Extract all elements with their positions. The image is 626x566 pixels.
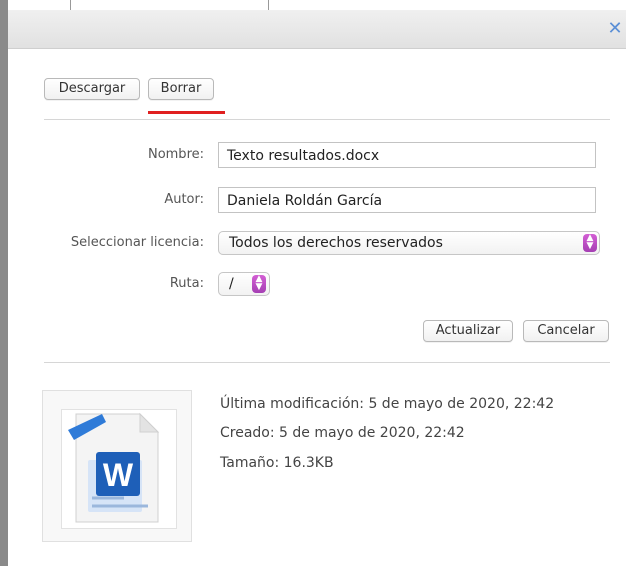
toolbar-divider — [44, 119, 610, 120]
update-button[interactable]: Actualizar — [423, 320, 513, 342]
file-preview: W — [42, 390, 192, 542]
license-select[interactable]: Todos los derechos reservados — [218, 231, 600, 255]
last-modified-text: Última modificación: 5 de mayo de 2020, … — [220, 396, 555, 412]
word-document-icon: W — [61, 409, 177, 529]
name-field[interactable]: Texto resultados.docx — [218, 142, 596, 168]
license-label: Seleccionar licencia: — [70, 235, 204, 250]
svg-text:W: W — [103, 457, 134, 493]
created-text: Creado: 5 de mayo de 2020, 22:42 — [220, 425, 465, 441]
close-icon[interactable]: ✕ — [606, 20, 624, 38]
path-select-arrows-icon[interactable]: ▲ ▼ — [252, 275, 266, 293]
size-text: Tamaño: 16.3KB — [220, 455, 334, 471]
path-select-value: / — [229, 276, 234, 292]
author-field[interactable]: Daniela Roldán García — [218, 187, 596, 213]
download-button[interactable]: Descargar — [44, 78, 140, 100]
dialog-titlebar: ✕ — [8, 10, 626, 49]
author-label: Autor: — [164, 192, 204, 207]
file-details-dialog: ✕ Descargar Borrar Nombre: Texto resulta… — [8, 10, 626, 566]
license-select-arrows-icon[interactable]: ▲ ▼ — [583, 234, 597, 252]
actions-divider — [44, 362, 610, 363]
path-label: Ruta: — [169, 276, 204, 291]
delete-highlight-underline — [148, 111, 225, 114]
background-window-edge — [0, 0, 8, 566]
name-label: Nombre: — [147, 147, 204, 162]
license-select-value: Todos los derechos reservados — [229, 235, 443, 251]
delete-button[interactable]: Borrar — [148, 78, 214, 100]
cancel-button[interactable]: Cancelar — [523, 320, 609, 342]
